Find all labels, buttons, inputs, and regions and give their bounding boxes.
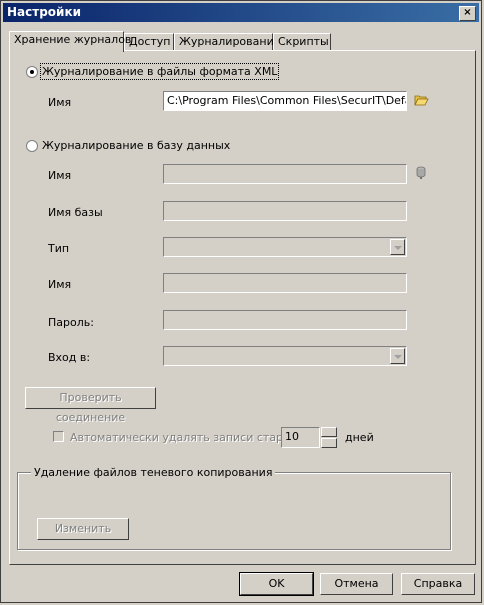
db-type-label: Тип bbox=[48, 242, 70, 255]
tab-access[interactable]: Доступ bbox=[124, 33, 174, 51]
ok-button[interactable]: OK bbox=[239, 572, 314, 596]
db-name-field[interactable] bbox=[163, 201, 407, 221]
xml-path-field[interactable]: C:\Program Files\Common Files\SecurIT\De… bbox=[163, 91, 407, 111]
spin-down-button[interactable] bbox=[321, 438, 337, 448]
close-icon: × bbox=[463, 7, 472, 18]
chevron-down-icon[interactable] bbox=[390, 348, 405, 364]
db-login-label: Вход в: bbox=[48, 351, 91, 364]
db-user-label: Имя bbox=[48, 278, 72, 291]
window-title: Настройки bbox=[7, 5, 82, 19]
db-radio[interactable] bbox=[26, 140, 38, 152]
days-unit-label: дней bbox=[345, 431, 374, 444]
db-radio-label[interactable]: Журналирование в базу данных bbox=[42, 139, 230, 152]
xml-name-label: Имя bbox=[48, 96, 72, 109]
close-button[interactable]: × bbox=[459, 6, 476, 21]
help-button[interactable]: Справка bbox=[401, 573, 475, 595]
xml-radio-label[interactable]: Журналирование в файлы формата XML bbox=[39, 63, 280, 80]
db-password-field[interactable] bbox=[163, 310, 407, 330]
settings-dialog: Настройки × Хранение журналов Доступ Жур… bbox=[0, 0, 482, 603]
db-login-combo[interactable] bbox=[163, 346, 407, 366]
server-icon[interactable] bbox=[415, 166, 427, 180]
spin-up-button[interactable] bbox=[321, 427, 337, 437]
tab-log-storage[interactable]: Хранение журналов bbox=[9, 31, 131, 52]
tab-logging[interactable]: Журналирование bbox=[174, 33, 281, 51]
tab-scripts[interactable]: Скрипты bbox=[273, 33, 331, 51]
auto-delete-checkbox[interactable] bbox=[53, 431, 64, 442]
open-folder-icon[interactable] bbox=[414, 94, 429, 106]
xml-radio[interactable] bbox=[26, 66, 38, 78]
days-input[interactable]: 10 bbox=[281, 427, 320, 448]
auto-delete-label: Автоматически удалять записи старше bbox=[70, 431, 300, 444]
db-user-field[interactable] bbox=[163, 273, 407, 293]
chevron-down-icon[interactable] bbox=[390, 239, 405, 255]
check-connection-button[interactable]: Проверить соединение bbox=[25, 387, 156, 424]
title-bar: Настройки × bbox=[3, 3, 479, 22]
db-server-name-label: Имя bbox=[48, 169, 72, 182]
shadow-copy-group-title: Удаление файлов теневого копирования bbox=[31, 466, 276, 479]
db-password-label: Пароль: bbox=[48, 316, 94, 329]
db-type-combo[interactable] bbox=[163, 237, 407, 257]
change-button[interactable]: Изменить bbox=[37, 518, 129, 540]
db-server-name-field[interactable] bbox=[163, 164, 407, 184]
cancel-button[interactable]: Отмена bbox=[320, 573, 393, 595]
db-name-label: Имя базы bbox=[48, 206, 103, 219]
